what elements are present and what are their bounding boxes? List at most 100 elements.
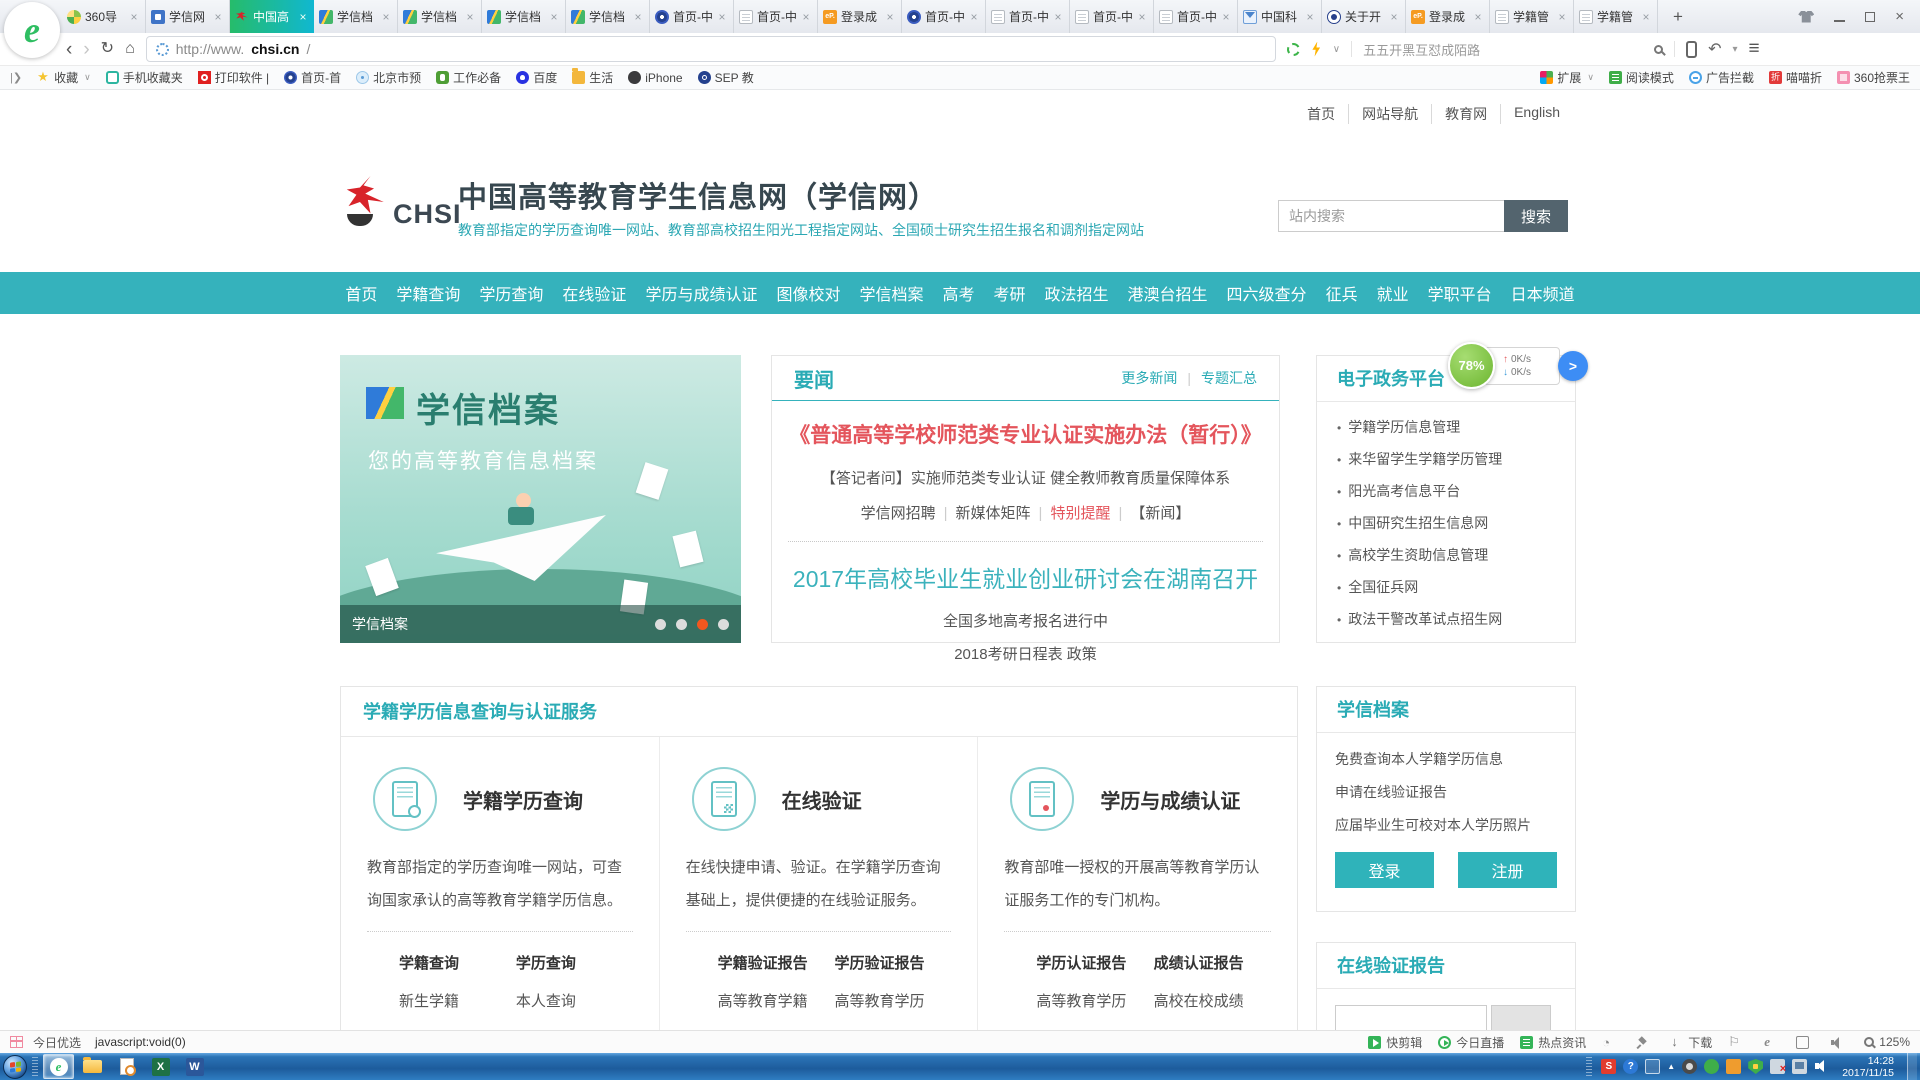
utility-nav-link[interactable]: 首页 [1294, 104, 1349, 124]
bookmark-item[interactable]: 手机收藏夹 [106, 69, 183, 86]
camera-tray-icon[interactable] [1682, 1059, 1697, 1074]
extension-item[interactable]: 扩展 [1540, 69, 1594, 86]
carousel-dot[interactable] [655, 619, 666, 630]
speed-mode-icon[interactable] [1287, 43, 1300, 56]
tab-close-icon[interactable] [380, 10, 392, 24]
status-tool[interactable]: 今日直播 [1438, 1034, 1504, 1051]
bookmark-item[interactable]: SEP 教 [698, 69, 754, 86]
tab-close-icon[interactable] [1220, 10, 1232, 24]
service-link[interactable]: 高校在校成绩 [1154, 990, 1271, 1011]
verification-submit-button[interactable] [1491, 1005, 1551, 1030]
tab-close-icon[interactable] [800, 10, 812, 24]
status-tool[interactable]: 下载 [1670, 1034, 1712, 1051]
verification-code-input[interactable] [1335, 1005, 1487, 1030]
main-nav-link[interactable]: 学职平台 [1428, 281, 1492, 305]
site-logo[interactable]: CHSI [345, 176, 462, 228]
tab-close-icon[interactable] [716, 10, 728, 24]
browser-tab[interactable]: 学信档 [566, 0, 650, 33]
egov-link[interactable]: 来华留学生学籍学历管理 [1337, 444, 1555, 476]
browser-tab[interactable]: 登录成 [1406, 0, 1490, 33]
link-group-header[interactable]: 学历认证报告 [1036, 952, 1153, 973]
news-link[interactable]: 学信网招聘 [861, 502, 948, 523]
tab-close-icon[interactable] [212, 10, 224, 24]
main-nav-link[interactable]: 就业 [1377, 281, 1409, 305]
browser-tab[interactable]: 学信档 [398, 0, 482, 33]
bookmark-item[interactable]: 首页-首 [284, 69, 341, 86]
status-tool[interactable] [1796, 1036, 1814, 1049]
main-nav-link[interactable]: 图像校对 [776, 281, 840, 305]
site-search-button[interactable]: 搜索 [1504, 200, 1568, 232]
utility-nav-link[interactable]: 网站导航 [1349, 104, 1432, 124]
status-tool[interactable] [1728, 1036, 1746, 1049]
browser-tab[interactable]: 首页-中 [1070, 0, 1154, 33]
egov-link[interactable]: 高校学生资助信息管理 [1337, 540, 1555, 572]
browser-logo-360[interactable]: e [4, 2, 60, 58]
status-tool[interactable] [1602, 1036, 1620, 1049]
network-icon[interactable] [1792, 1059, 1807, 1074]
boost-button[interactable] [1558, 351, 1588, 381]
extension-item[interactable]: 广告拦截 [1689, 69, 1754, 86]
taskbar-word[interactable]: W [179, 1054, 210, 1079]
topics-link[interactable]: 专题汇总 [1201, 368, 1257, 388]
carousel-dot[interactable] [718, 619, 729, 630]
news-subline[interactable]: 【答记者问】实施师范类专业认证 健全教师教育质量保障体系 [772, 467, 1279, 488]
tab-close-icon[interactable] [632, 10, 644, 24]
daily-picks-label[interactable]: 今日优选 [33, 1034, 81, 1051]
tab-close-icon[interactable] [464, 10, 476, 24]
browser-search-query[interactable]: 五五开黑互怼成陌路 [1363, 40, 1646, 59]
orange-tray-icon[interactable] [1726, 1059, 1741, 1074]
news-subline[interactable]: 2018考研日程表 政策 [772, 643, 1279, 664]
taskbar-explorer[interactable] [77, 1054, 108, 1079]
browser-tab[interactable]: 360导 [62, 0, 146, 33]
main-nav-link[interactable]: 在线验证 [562, 281, 626, 305]
tab-close-icon[interactable] [1472, 10, 1484, 24]
status-tool[interactable] [1830, 1036, 1848, 1049]
link-group-header[interactable]: 学籍查询 [399, 952, 516, 973]
status-tool[interactable]: 125% [1864, 1035, 1910, 1049]
tab-close-icon[interactable] [1640, 10, 1652, 24]
start-button[interactable] [3, 1055, 27, 1079]
tab-close-icon[interactable] [1052, 10, 1064, 24]
security-shield-icon[interactable] [1748, 1059, 1763, 1074]
carousel-dot[interactable] [676, 619, 687, 630]
home-icon[interactable]: ⌂ [125, 41, 135, 57]
link-group-header[interactable]: 学籍验证报告 [718, 952, 835, 973]
skin-theme-icon[interactable] [1798, 11, 1814, 23]
main-nav-link[interactable]: 四六级查分 [1227, 281, 1307, 305]
main-nav-link[interactable]: 政法招生 [1045, 281, 1109, 305]
tab-close-icon[interactable] [968, 10, 980, 24]
browser-tab[interactable]: 学信网 [146, 0, 230, 33]
service-link[interactable]: 本人查询 [516, 990, 633, 1011]
egov-link[interactable]: 中国研究生招生信息网 [1337, 508, 1555, 540]
browser-tab[interactable]: 首页-中 [1154, 0, 1238, 33]
maximize-icon[interactable] [1865, 12, 1875, 22]
browser-tab[interactable]: 首页-中 [986, 0, 1070, 33]
main-nav-link[interactable]: 日本频道 [1511, 281, 1575, 305]
browser-search-box[interactable]: 五五开黑互怼成陌路 [1363, 40, 1663, 59]
minimize-icon[interactable] [1834, 20, 1845, 22]
bookmark-item[interactable]: 工作必备 [436, 69, 501, 86]
news-headline-secondary[interactable]: 2017年高校毕业生就业创业研讨会在湖南召开 [772, 560, 1279, 594]
site-safety-icon[interactable] [156, 43, 169, 56]
browser-tab[interactable]: 首页-中 [902, 0, 986, 33]
hero-carousel[interactable]: 学信档案 您的高等教育信息档案 学信档案 [340, 355, 741, 643]
service-link[interactable]: 高等教育学历 [1036, 990, 1153, 1011]
main-nav-link[interactable]: 考研 [994, 281, 1026, 305]
volume-icon[interactable] [1814, 1059, 1829, 1074]
service-link[interactable]: 高等教育学籍 [718, 990, 835, 1011]
memory-usage-ball[interactable]: 78% [1448, 342, 1495, 389]
speed-ball-widget[interactable]: ↑0K/s ↓0K/s 78% [1448, 342, 1588, 390]
link-group-header[interactable]: 学历查询 [516, 952, 633, 973]
main-nav-link[interactable]: 高考 [942, 281, 974, 305]
link-group-header[interactable]: 学历验证报告 [835, 952, 952, 973]
restore-tab-icon[interactable]: ↶ [1708, 39, 1721, 59]
bookmark-item[interactable]: 收藏 [37, 69, 91, 86]
news-link[interactable]: 特别提醒 [1050, 502, 1122, 523]
chevron-down-icon[interactable]: ▾ [1732, 44, 1737, 55]
site-search-input[interactable] [1278, 200, 1504, 232]
login-button[interactable]: 登录 [1335, 852, 1434, 888]
tab-close-icon[interactable] [128, 10, 140, 24]
gift-icon[interactable] [10, 1036, 23, 1048]
egov-link[interactable]: 阳光高考信息平台 [1337, 476, 1555, 508]
bookmark-item[interactable]: 打印软件 | [198, 69, 269, 86]
